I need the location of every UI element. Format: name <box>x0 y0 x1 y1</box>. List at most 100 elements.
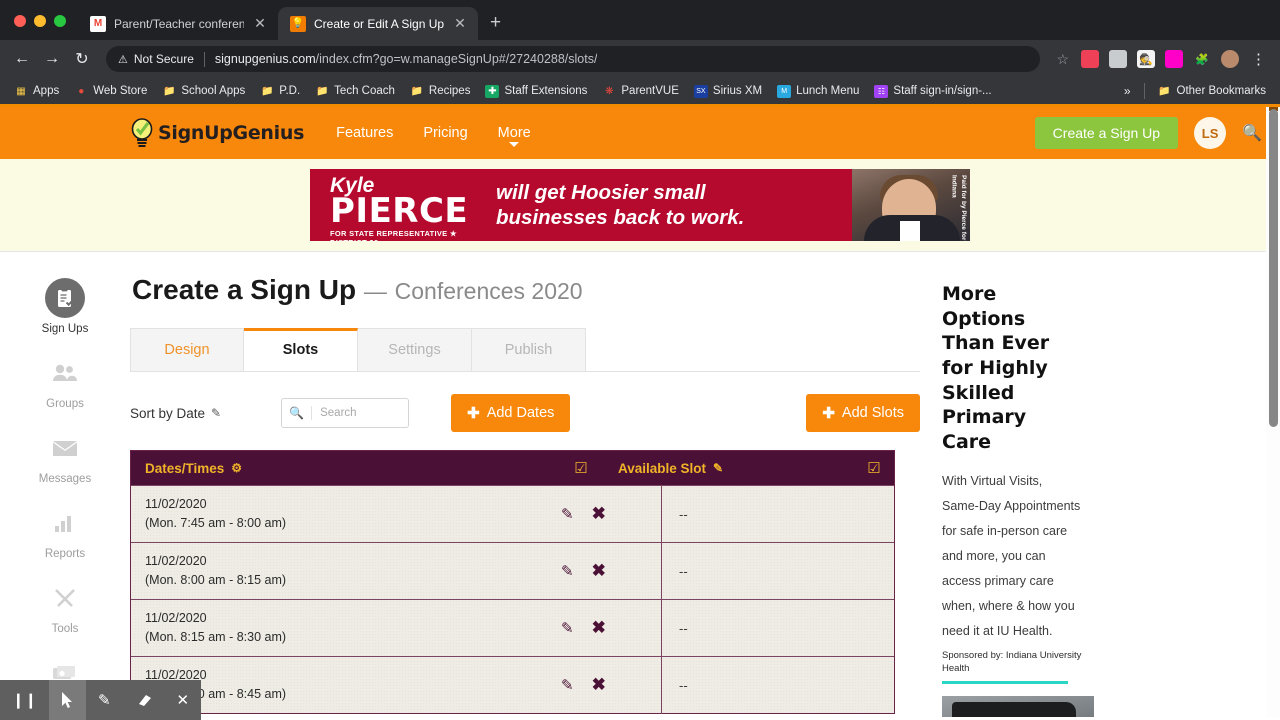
tab-slots[interactable]: Slots <box>244 328 358 371</box>
bookmark-web-store[interactable]: ● Web Store <box>68 82 153 101</box>
recorder-pause-button[interactable]: ❙❙ <box>0 680 49 720</box>
add-dates-button[interactable]: ✚ Add Dates <box>451 394 571 432</box>
incognito-icon[interactable]: 🕵 <box>1137 50 1155 68</box>
bookmark-pd[interactable]: 📁 P.D. <box>254 82 306 101</box>
site-nav: Features Pricing More <box>336 125 531 147</box>
address-bar[interactable]: ⚠ Not Secure signupgenius.com/index.cfm?… <box>106 46 1041 72</box>
tab-title: Create or Edit A Sign Up <box>314 16 444 31</box>
plus-icon: ✚ <box>467 405 480 422</box>
search-icon[interactable]: 🔍 <box>1242 123 1262 143</box>
sidebar-item-reports[interactable]: Reports <box>20 503 110 560</box>
select-all-slots[interactable]: ☑ <box>854 459 894 477</box>
gear-icon[interactable]: ⚙ <box>231 461 242 475</box>
bookmark-apps[interactable]: ▦ Apps <box>8 82 65 101</box>
nav-features[interactable]: Features <box>336 125 393 141</box>
bookmark-school-apps[interactable]: 📁 School Apps <box>156 82 251 101</box>
sidebar-item-label: Reports <box>44 548 86 560</box>
bookmark-staff-signin[interactable]: ☷ Staff sign-in/sign-... <box>868 82 997 101</box>
column-header-available-slot[interactable]: Available Slot ✎ <box>601 461 854 476</box>
puzzle-icon[interactable]: 🧩 <box>1193 50 1211 68</box>
maximize-window-button[interactable] <box>54 15 66 27</box>
table-row[interactable]: 11/02/2020 (Mon. 8:30 am - 8:45 am) ✎ ✖ … <box>131 656 894 714</box>
sidebar-item-groups[interactable]: Groups <box>20 353 110 410</box>
pencil-icon[interactable]: ✎ <box>561 562 574 580</box>
tab-settings[interactable]: Settings <box>358 328 472 371</box>
recorder-close-button[interactable]: ✕ <box>164 680 201 720</box>
top-ad-banner[interactable]: Kyle PIERCE FOR STATE REPRESENTATIVE ★ D… <box>310 169 970 241</box>
search-input[interactable]: 🔍 <box>281 398 410 428</box>
right-ad-title[interactable]: More Options Than Ever for Highly Skille… <box>942 282 1072 455</box>
sort-by-control[interactable]: Sort by Date ✎ <box>130 406 221 421</box>
cell-available-slot[interactable]: -- <box>661 485 894 543</box>
table-row[interactable]: 11/02/2020 (Mon. 7:45 am - 8:00 am) ✎ ✖ … <box>131 485 894 543</box>
create-sign-up-button[interactable]: Create a Sign Up <box>1034 117 1179 149</box>
new-tab-button[interactable]: + <box>478 13 511 40</box>
cell-dates-times: 11/02/2020 (Mon. 8:00 am - 8:15 am) <box>131 552 561 590</box>
x-icon[interactable]: ✖ <box>592 504 606 524</box>
row-time: (Mon. 7:45 am - 8:00 am) <box>145 516 287 530</box>
pocket-icon[interactable] <box>1081 50 1099 68</box>
apps-grid-icon: ▦ <box>16 85 26 97</box>
pink-square-icon[interactable] <box>1165 50 1183 68</box>
pencil-icon[interactable]: ✎ <box>211 406 221 420</box>
column-header-dates-times[interactable]: Dates/Times ⚙ <box>131 461 561 476</box>
sidebar-item-sign-ups[interactable]: Sign Ups <box>20 278 110 335</box>
close-icon[interactable]: ✕ <box>252 16 268 32</box>
browser-tab-gmail[interactable]: M Parent/Teacher conferences - ✕ <box>78 7 278 40</box>
close-window-button[interactable] <box>14 15 26 27</box>
bookmark-sirius-xm[interactable]: SX Sirius XM <box>688 82 768 101</box>
x-icon[interactable]: ✖ <box>592 561 606 581</box>
cell-available-slot[interactable]: -- <box>661 542 894 600</box>
cell-available-slot[interactable]: -- <box>661 599 894 657</box>
search-field[interactable] <box>312 407 405 419</box>
pencil-icon[interactable]: ✎ <box>561 619 574 637</box>
pencil-icon[interactable]: ✎ <box>561 505 574 523</box>
bookmark-parentvue[interactable]: ❋ ParentVUE <box>596 82 685 101</box>
profile-avatar[interactable] <box>1221 50 1239 68</box>
three-dot-menu-icon[interactable]: ⋮ <box>1245 50 1272 68</box>
recorder-eraser-button[interactable] <box>123 680 165 720</box>
bookmark-recipes[interactable]: 📁 Recipes <box>404 82 477 101</box>
back-button[interactable]: ← <box>8 45 36 73</box>
scrollbar-thumb[interactable] <box>1269 109 1278 427</box>
close-icon[interactable]: ✕ <box>452 16 468 32</box>
site-logo[interactable]: SignUpGenius <box>130 118 304 148</box>
reload-button[interactable]: ↻ <box>68 45 96 73</box>
forward-button[interactable]: → <box>38 45 66 73</box>
checkbox-checked-icon[interactable]: ☑ <box>867 459 880 477</box>
add-slots-button[interactable]: ✚ Add Slots <box>806 394 920 432</box>
page-scrollbar[interactable] <box>1266 107 1280 717</box>
sidebar-item-tools[interactable]: Tools <box>20 578 110 635</box>
right-ad-panel: More Options Than Ever for Highly Skille… <box>920 252 1190 717</box>
bookmark-other-bookmarks[interactable]: 📁 Other Bookmarks <box>1152 82 1272 101</box>
cell-available-slot[interactable]: -- <box>661 656 894 714</box>
pencil-icon[interactable]: ✎ <box>713 461 723 475</box>
bookmark-star-icon[interactable]: ☆ <box>1050 51 1075 68</box>
pencil-icon[interactable]: ✎ <box>561 676 574 694</box>
nav-pricing[interactable]: Pricing <box>423 125 467 141</box>
table-row[interactable]: 11/02/2020 (Mon. 8:15 am - 8:30 am) ✎ ✖ … <box>131 599 894 657</box>
recorder-pen-button[interactable]: ✎ <box>86 680 123 720</box>
sidebar-item-messages[interactable]: Messages <box>20 428 110 485</box>
sidebar-item-label: Groups <box>46 398 84 410</box>
minimize-window-button[interactable] <box>34 15 46 27</box>
x-icon[interactable]: ✖ <box>592 675 606 695</box>
checkbox-checked-icon[interactable]: ☑ <box>574 459 587 477</box>
recorder-cursor-button[interactable] <box>49 680 87 720</box>
bookmark-tech-coach[interactable]: 📁 Tech Coach <box>309 82 401 101</box>
x-icon[interactable]: ✖ <box>592 618 606 638</box>
avatar[interactable]: LS <box>1194 117 1227 149</box>
right-ad-image[interactable] <box>942 696 1094 717</box>
bookmark-staff-extensions[interactable]: ✚ Staff Extensions <box>479 82 593 101</box>
nav-more[interactable]: More <box>498 125 531 147</box>
bookmarks-overflow-button[interactable]: » <box>1118 84 1137 98</box>
select-all-dates[interactable]: ☑ <box>561 459 601 477</box>
bookmark-lunch-menu[interactable]: M Lunch Menu <box>771 82 865 101</box>
tab-design[interactable]: Design <box>130 328 244 371</box>
tab-publish[interactable]: Publish <box>472 328 586 371</box>
reader-icon[interactable] <box>1109 50 1127 68</box>
window-traffic-lights[interactable] <box>10 15 78 40</box>
browser-tab-signupgenius[interactable]: 💡 Create or Edit A Sign Up ✕ <box>278 7 478 40</box>
table-row[interactable]: 11/02/2020 (Mon. 8:00 am - 8:15 am) ✎ ✖ … <box>131 542 894 600</box>
people-group-icon <box>45 353 85 393</box>
